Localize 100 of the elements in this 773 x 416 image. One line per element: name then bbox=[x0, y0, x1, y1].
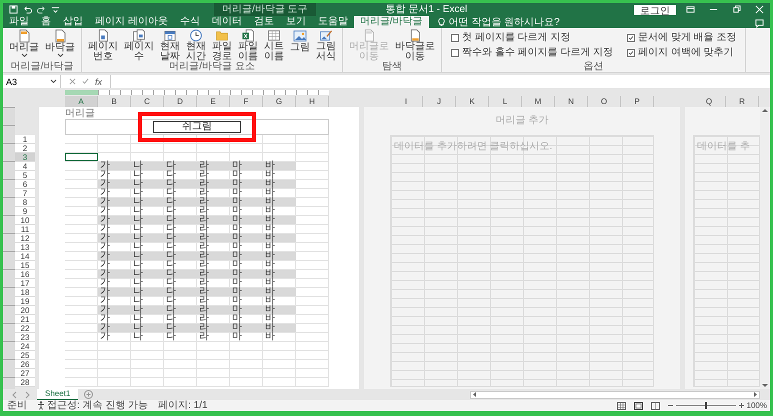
accessibility-status[interactable]: 접근성: 계속 진행 가능 bbox=[47, 400, 148, 410]
table-cell-text: 가 bbox=[99, 333, 111, 341]
ribbon-tab[interactable]: 홈 bbox=[35, 16, 57, 28]
ribbon-button[interactable]: 머리글 bbox=[6, 29, 42, 62]
table-cell-text: 라 bbox=[198, 225, 210, 233]
row-header[interactable]: 12 bbox=[15, 234, 35, 243]
table-cell-text: 바 bbox=[264, 324, 276, 332]
table-cell-text: 나 bbox=[132, 288, 144, 296]
row-header[interactable]: 20 bbox=[15, 306, 35, 315]
row-header[interactable]: 15 bbox=[15, 261, 35, 270]
row-header[interactable]: 14 bbox=[15, 252, 35, 261]
row-header[interactable]: 19 bbox=[15, 297, 35, 306]
zoom-slider-thumb[interactable] bbox=[704, 402, 707, 409]
table-cell-text: 라 bbox=[198, 324, 210, 332]
customize-icon bbox=[51, 5, 60, 14]
row-header[interactable]: 23 bbox=[15, 333, 35, 342]
row-header[interactable]: 17 bbox=[15, 279, 35, 288]
table-cell-text: 마 bbox=[231, 198, 243, 206]
row-header[interactable]: 22 bbox=[15, 324, 35, 333]
column-header[interactable]: A bbox=[65, 96, 98, 107]
table-cell-text: 마 bbox=[231, 216, 243, 224]
row-header[interactable]: 6 bbox=[15, 180, 35, 189]
table-cell-text: 라 bbox=[198, 315, 210, 323]
table-cell-text: 바 bbox=[264, 171, 276, 179]
ribbon-button[interactable]: 시트 이름 bbox=[261, 29, 287, 62]
option-checkbox[interactable]: 첫 페이지를 다르게 지정 bbox=[451, 30, 614, 45]
table-cell-text: 마 bbox=[231, 189, 243, 197]
ribbon-tab[interactable]: 도움말 bbox=[312, 16, 354, 28]
table-cell-text: 마 bbox=[231, 162, 243, 170]
ribbon-tab[interactable]: 파일 bbox=[3, 16, 35, 28]
sheet-tab[interactable]: Sheet1 bbox=[37, 389, 78, 400]
row-header[interactable]: 4 bbox=[15, 162, 35, 171]
horizontal-scrollbar[interactable] bbox=[470, 390, 760, 398]
table-cell-text: 마 bbox=[231, 279, 243, 287]
ribbon-tab[interactable]: 수식 bbox=[174, 16, 206, 28]
row-header[interactable]: 11 bbox=[15, 225, 35, 234]
ribbon-button[interactable]: 파일 이름 bbox=[235, 29, 261, 62]
ribbon-button[interactable]: 페이지 번호 bbox=[85, 29, 121, 62]
row-header[interactable]: 28 bbox=[15, 378, 35, 387]
ribbon-button[interactable]: 바닥글 bbox=[42, 29, 78, 62]
table-cell-text: 다 bbox=[165, 207, 177, 215]
row-header[interactable]: 18 bbox=[15, 288, 35, 297]
ribbon-button[interactable]: 페이지 수 bbox=[121, 29, 157, 62]
ribbon-button[interactable]: 현재 날짜 bbox=[157, 29, 183, 62]
ribbon-tab[interactable]: 데이터 bbox=[206, 16, 248, 28]
table-cell-text: 나 bbox=[132, 261, 144, 269]
row-header[interactable]: 1 bbox=[15, 135, 35, 144]
table-cell-text: 바 bbox=[264, 297, 276, 305]
table-cell-text: 마 bbox=[231, 297, 243, 305]
table-cell-text: 가 bbox=[99, 198, 111, 206]
zoom-level[interactable]: 100% bbox=[746, 400, 767, 410]
table-cell-text: 나 bbox=[132, 216, 144, 224]
option-checkbox[interactable]: 짝수와 홀수 페이지를 다르게 지정 bbox=[451, 45, 614, 60]
ribbon-button[interactable]: 그림 서식 bbox=[313, 29, 339, 62]
table-cell-text: 가 bbox=[99, 171, 111, 179]
ribbon-button[interactable]: 바닥글로 이동 bbox=[392, 29, 438, 62]
table-cell-text: 바 bbox=[264, 315, 276, 323]
header-center-field[interactable]: 쉬그림 bbox=[153, 121, 241, 133]
row-header[interactable]: 21 bbox=[15, 315, 35, 324]
table-cell-text: 다 bbox=[165, 162, 177, 170]
row-header[interactable]: 9 bbox=[15, 207, 35, 216]
sign-in-button[interactable]: 로그인 bbox=[634, 4, 676, 14]
row-header[interactable]: 10 bbox=[15, 216, 35, 225]
ribbon-button[interactable]: 그림 bbox=[287, 29, 313, 62]
row-header[interactable]: 8 bbox=[15, 198, 35, 207]
row-header[interactable]: 13 bbox=[15, 243, 35, 252]
ribbon-tab[interactable]: 페이지 레이아웃 bbox=[89, 16, 174, 28]
group-label: 옵션 bbox=[582, 62, 605, 72]
table-cell-text: 가 bbox=[99, 252, 111, 260]
table-cell-text: 나 bbox=[132, 297, 144, 305]
ribbon-button[interactable]: 현재 시간 bbox=[183, 29, 209, 62]
table-cell-text: 나 bbox=[132, 171, 144, 179]
row-header[interactable]: 27 bbox=[15, 369, 35, 378]
row-header[interactable]: 2 bbox=[15, 144, 35, 153]
active-cell[interactable] bbox=[65, 153, 98, 161]
ribbon-tab[interactable]: 보기 bbox=[280, 16, 312, 28]
table-cell-text: 나 bbox=[132, 162, 144, 170]
table-cell-text: 라 bbox=[198, 333, 210, 341]
row-header[interactable]: 5 bbox=[15, 171, 35, 180]
ribbon-tab[interactable]: 머리글/바닥글 bbox=[354, 16, 429, 28]
row-header[interactable]: 26 bbox=[15, 360, 35, 369]
table-cell-text: 바 bbox=[264, 333, 276, 341]
row-header[interactable]: 25 bbox=[15, 351, 35, 360]
caret-icon bbox=[56, 53, 64, 58]
name-box[interactable]: A3 bbox=[3, 75, 61, 88]
option-checkbox[interactable]: 페이지 여백에 맞추기 bbox=[627, 45, 736, 60]
normal-view-icon bbox=[616, 402, 626, 410]
table-cell-text: 바 bbox=[264, 207, 276, 215]
table-cell-text: 가 bbox=[99, 189, 111, 197]
row-header[interactable]: 24 bbox=[15, 342, 35, 351]
row-header[interactable]: 16 bbox=[15, 270, 35, 279]
insert-function-button[interactable]: fx bbox=[95, 76, 102, 86]
table-cell-text: 바 bbox=[264, 198, 276, 206]
tell-me-field[interactable]: 어떤 작업을 원하시나요? bbox=[448, 16, 589, 28]
row-header[interactable]: 7 bbox=[15, 189, 35, 198]
row-header[interactable]: 3 bbox=[15, 153, 35, 162]
option-checkbox[interactable]: 문서에 맞게 배율 조정 bbox=[627, 30, 736, 45]
ribbon-tab[interactable]: 검토 bbox=[248, 16, 280, 28]
ribbon-button[interactable]: 파일 경로 bbox=[209, 29, 235, 62]
ribbon-tab[interactable]: 삽입 bbox=[57, 16, 89, 28]
